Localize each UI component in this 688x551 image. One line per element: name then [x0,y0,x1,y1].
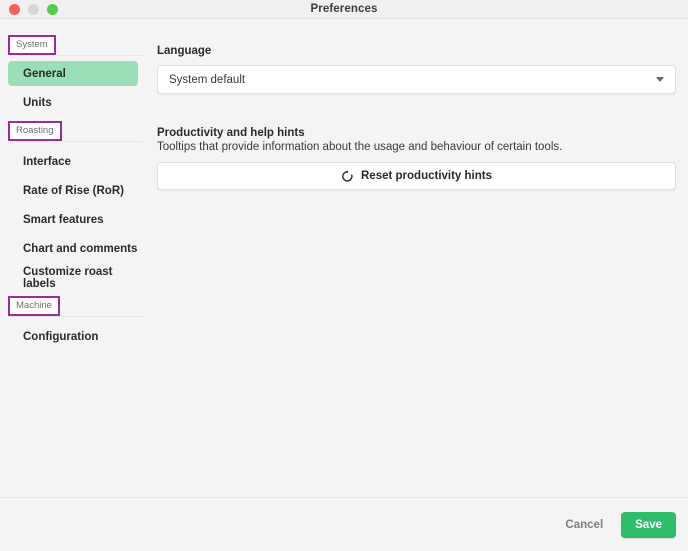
section-divider [10,55,143,56]
sidebar-item-units[interactable]: Units [8,88,138,117]
sidebar-item-customize-roast-labels[interactable]: Customize roast labels [8,263,138,292]
sidebar-item-label: Rate of Rise (RoR) [23,184,124,197]
window-controls [0,3,58,15]
section-divider [10,141,143,142]
sidebar-section-label-roasting: Roasting [8,121,62,141]
sidebar-item-chart-and-comments[interactable]: Chart and comments [8,234,138,263]
sidebar-item-label: General [23,67,66,80]
language-label: Language [157,45,212,57]
sidebar-item-label: Units [23,96,52,109]
sidebar-item-label: Configuration [23,330,99,343]
dialog-footer: Cancel Save [0,497,688,551]
refresh-icon [342,169,353,182]
sidebar-item-smart-features[interactable]: Smart features [8,205,138,234]
minimize-window-button[interactable] [28,3,39,15]
productivity-hints-description: Tooltips that provide information about … [157,141,563,153]
sidebar-section-header-roasting: Roasting [0,117,146,145]
cancel-button[interactable]: Cancel [561,513,607,537]
window-body: System General Units Roasting Interface … [0,19,688,497]
close-window-button[interactable] [9,3,20,15]
reset-productivity-hints-button[interactable]: Reset productivity hints [157,162,676,190]
sidebar-item-interface[interactable]: Interface [8,147,138,176]
title-bar: Preferences [0,0,688,19]
sidebar-section-header-system: System [0,31,146,59]
reset-productivity-hints-label: Reset productivity hints [361,170,492,182]
sidebar-item-label: Customize roast labels [23,265,113,290]
section-divider [10,316,143,317]
sidebar-section-header-machine: Machine [0,292,146,320]
settings-content-panel: Language System default Productivity and… [146,19,688,497]
sidebar-item-configuration[interactable]: Configuration [8,322,138,351]
sidebar-section-label-machine: Machine [8,296,60,316]
language-select[interactable]: System default [157,65,676,94]
maximize-window-button[interactable] [47,3,58,15]
language-select-value: System default [169,73,246,86]
productivity-hints-title: Productivity and help hints [157,127,305,139]
sidebar-item-label: Smart features [23,213,104,226]
preferences-window: Preferences System General Units Roastin… [0,0,688,551]
sidebar-item-label: Interface [23,155,71,168]
productivity-hints-group: Productivity and help hints Tooltips tha… [157,127,676,190]
sidebar-section-label-system: System [8,35,56,55]
chevron-down-icon [656,77,664,82]
sidebar-item-general[interactable]: General [8,61,138,86]
save-button[interactable]: Save [621,511,676,538]
sidebar-item-rate-of-rise[interactable]: Rate of Rise (RoR) [8,176,138,205]
window-title: Preferences [310,3,378,15]
settings-sidebar: System General Units Roasting Interface … [0,19,146,497]
sidebar-item-label: Chart and comments [23,242,138,255]
